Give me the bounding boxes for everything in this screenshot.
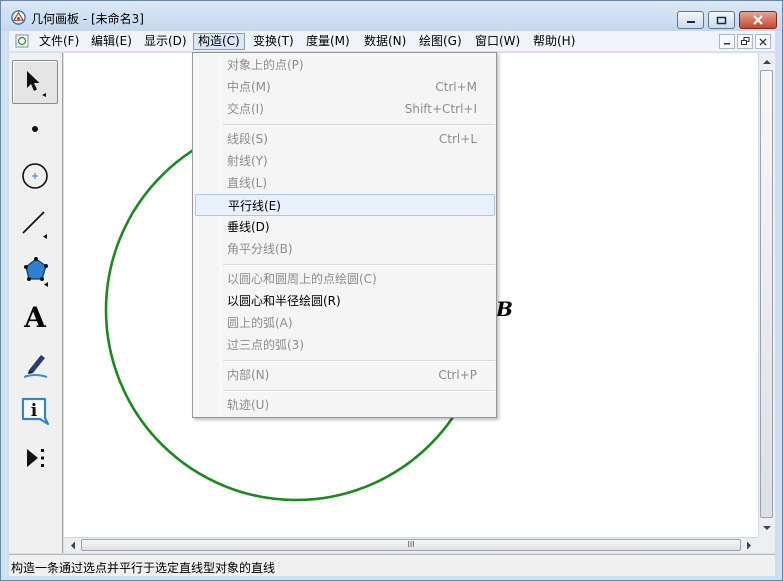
menu-separator xyxy=(223,390,495,392)
menu-item-perpendicular-line[interactable]: 垂线(D) xyxy=(195,216,495,238)
menu-item-midpoint[interactable]: 中点(M) Ctrl+M xyxy=(195,76,495,98)
marker-pen-icon xyxy=(23,355,48,378)
scroll-left-icon xyxy=(71,541,75,550)
sketchpad-app-icon xyxy=(11,10,26,25)
menu-data[interactable]: 数据(N) xyxy=(360,33,410,50)
polygon-tool[interactable] xyxy=(12,248,58,292)
menu-help[interactable]: 帮助(H) xyxy=(529,33,579,50)
menu-measure[interactable]: 度量(M) xyxy=(302,33,354,50)
arrow-select-tool[interactable] xyxy=(12,60,58,104)
menu-item-segment[interactable]: 线段(S) Ctrl+L xyxy=(195,128,495,150)
menu-item-arc-on-circle[interactable]: 圆上的弧(A) xyxy=(195,312,495,334)
minimize-icon xyxy=(724,42,730,44)
menu-item-arc-three-points[interactable]: 过三点的弧(3) xyxy=(195,334,495,356)
menu-separator xyxy=(223,124,495,126)
menu-construct[interactable]: 构造(C) xyxy=(193,33,245,50)
menu-file[interactable]: 文件(F) xyxy=(35,33,83,50)
menu-item-angle-bisector[interactable]: 角平分线(B) xyxy=(195,238,495,260)
maximize-icon xyxy=(716,16,727,24)
point-label-b[interactable]: B xyxy=(496,297,513,321)
status-text: 构造一条通过选点并平行于选定直线型对象的直线 xyxy=(11,561,276,575)
scroll-down-icon xyxy=(763,526,771,530)
menu-item-locus[interactable]: 轨迹(U) xyxy=(195,394,495,416)
menu-item-circle-center-point[interactable]: 以圆心和圆周上的点绘圆(C) xyxy=(195,268,495,290)
minimize-icon xyxy=(686,21,695,23)
doc-restore-button[interactable] xyxy=(737,34,753,49)
title-bar: 几何画板 - [未命名3] xyxy=(1,1,782,31)
doc-minimize-button[interactable] xyxy=(719,34,735,49)
document-icon xyxy=(15,34,29,48)
vertical-scroll-thumb[interactable] xyxy=(760,70,773,518)
menu-window[interactable]: 窗口(W) xyxy=(471,33,524,50)
window-title: 几何画板 - [未命名3] xyxy=(31,12,144,26)
menu-separator xyxy=(223,360,495,362)
line-segment-icon xyxy=(22,211,47,239)
compass-circle-icon xyxy=(22,163,48,189)
close-button[interactable] xyxy=(739,11,777,29)
information-tool[interactable]: i xyxy=(12,389,58,433)
vertical-scrollbar[interactable] xyxy=(758,53,775,537)
info-glyph: i xyxy=(31,401,38,421)
construct-menu-dropdown: 对象上的点(P) 中点(M) Ctrl+M 交点(I) Shift+Ctrl+I… xyxy=(192,52,497,418)
menu-item-interior[interactable]: 内部(N) Ctrl+P xyxy=(195,364,495,386)
custom-tool[interactable] xyxy=(12,436,58,480)
menu-transform[interactable]: 变换(T) xyxy=(249,33,298,50)
toolbox: A i xyxy=(9,53,63,553)
menu-item-intersection[interactable]: 交点(I) Shift+Ctrl+I xyxy=(195,98,495,120)
scroll-up-icon xyxy=(763,60,771,64)
menu-item-parallel-line[interactable]: 平行线(E) xyxy=(195,194,495,216)
straightedge-tool[interactable] xyxy=(12,201,58,245)
menu-bar: 文件(F) 编辑(E) 显示(D) 构造(C) 变换(T) 度量(M) 数据(N… xyxy=(9,31,775,52)
horizontal-scrollbar[interactable]: III xyxy=(64,537,758,553)
app-window: 几何画板 - [未命名3] 文件(F) 编辑(E) 显示(D) 构造(C) 变换… xyxy=(0,0,783,581)
status-bar: 构造一条通过选点并平行于选定直线型对象的直线 xyxy=(9,554,775,576)
menu-item-line[interactable]: 直线(L) xyxy=(195,172,495,194)
scroll-right-icon xyxy=(747,541,751,550)
horizontal-scroll-thumb[interactable]: III xyxy=(81,539,741,551)
maximize-button[interactable] xyxy=(708,11,735,29)
custom-tools-icon xyxy=(27,449,44,467)
point-icon xyxy=(32,126,38,132)
menu-item-ray[interactable]: 射线(Y) xyxy=(195,150,495,172)
close-icon xyxy=(753,15,763,25)
arrow-pointer-icon xyxy=(27,71,46,97)
menu-display[interactable]: 显示(D) xyxy=(140,33,191,50)
minimize-button[interactable] xyxy=(677,11,704,29)
restore-icon xyxy=(740,37,749,45)
text-tool[interactable]: A xyxy=(12,295,58,339)
scroll-grip: III xyxy=(407,540,415,549)
menu-separator xyxy=(223,264,495,266)
close-icon xyxy=(759,38,767,45)
menu-edit[interactable]: 编辑(E) xyxy=(87,33,136,50)
text-tool-icon: A xyxy=(24,300,46,334)
menu-graph[interactable]: 绘图(G) xyxy=(415,33,466,50)
scroll-corner xyxy=(758,537,775,553)
menu-item-point-on-object[interactable]: 对象上的点(P) xyxy=(195,54,495,76)
menu-item-circle-center-radius[interactable]: 以圆心和半径绘圆(R) xyxy=(195,290,495,312)
doc-close-button[interactable] xyxy=(755,34,771,49)
polygon-icon xyxy=(24,257,48,287)
compass-tool[interactable] xyxy=(12,154,58,198)
info-icon: i xyxy=(21,397,50,426)
marker-tool[interactable] xyxy=(12,342,58,386)
point-tool[interactable] xyxy=(12,107,58,151)
